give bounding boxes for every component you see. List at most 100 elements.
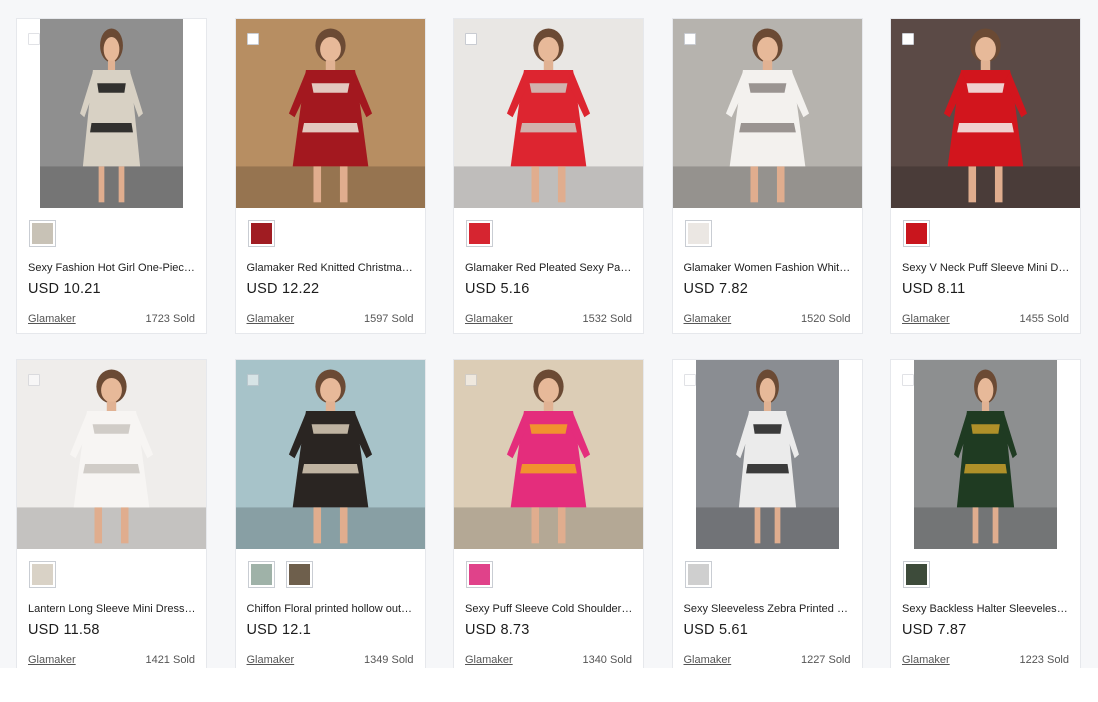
select-checkbox[interactable] [246,374,259,386]
sold-count: 1723 Sold [145,313,195,325]
product-image[interactable] [891,19,1080,208]
color-swatch[interactable] [684,220,712,247]
product-price: USD 11.58 [28,622,100,638]
product-photo [672,19,862,208]
product-image[interactable] [17,19,206,208]
swatch-color [32,564,53,585]
sold-count: 1227 Sold [800,654,851,666]
product-image[interactable] [235,360,425,549]
product-photo [454,360,643,549]
select-checkbox[interactable] [465,33,477,45]
product-price: USD 5.16 [465,281,530,297]
product-title[interactable]: Sexy Fashion Hot Girl One-Piece Long-Sle… [28,262,196,274]
model-figure [235,19,425,208]
color-swatches [684,220,712,247]
product-photo [235,360,425,549]
product-image[interactable] [673,360,862,549]
product-card[interactable]: Glamaker Women Fashion White Lantern Sle… [671,18,863,334]
swatch-color [469,564,490,585]
select-checkbox[interactable] [902,33,914,45]
select-checkbox[interactable] [683,374,696,386]
store-link[interactable]: Glamaker [465,313,513,325]
color-swatch[interactable] [247,220,275,247]
select-checkbox[interactable] [28,374,40,386]
product-card[interactable]: Lantern Long Sleeve Mini Dress with Ruff… [16,359,207,668]
model-figure [17,360,206,549]
product-grid: Sexy Fashion Hot Girl One-Piece Long-Sle… [16,18,1081,668]
color-swatch[interactable] [684,561,712,588]
store-link[interactable]: Glamaker [28,313,76,325]
model-figure [914,360,1057,549]
select-checkbox[interactable] [902,374,914,386]
product-title[interactable]: Sexy Puff Sleeve Cold Shoulder Printed M… [465,603,633,615]
color-swatches [247,220,275,247]
product-price: USD 7.82 [683,281,748,297]
product-price: USD 5.61 [683,622,748,638]
select-checkbox[interactable] [465,374,477,386]
product-grid-page: Sexy Fashion Hot Girl One-Piece Long-Sle… [0,0,1098,668]
product-photo [17,360,206,549]
product-title[interactable]: Sexy Backless Halter Sleeveless Split Ma… [902,603,1070,615]
store-link[interactable]: Glamaker [684,313,732,325]
product-card[interactable]: Glamaker Red Pleated Sexy Party Bodycon … [453,18,644,334]
color-swatch[interactable] [247,561,275,588]
color-swatches [684,561,712,588]
product-title[interactable]: Glamaker Red Knitted Christmas Sweater D… [247,262,415,274]
product-price: USD 12.1 [246,622,311,638]
color-swatch[interactable] [29,561,56,588]
product-title[interactable]: Sexy Sleeveless Zebra Printed Party Mini… [684,603,852,615]
product-card[interactable]: Glamaker Red Knitted Christmas Sweater D… [234,18,426,334]
store-link[interactable]: Glamaker [902,654,950,666]
product-price: USD 12.22 [246,281,320,297]
color-swatch[interactable] [285,561,313,588]
sold-count: 1532 Sold [582,313,632,325]
model-figure [454,19,643,208]
sold-count: 1520 Sold [800,313,851,325]
product-card[interactable]: Sexy Fashion Hot Girl One-Piece Long-Sle… [16,18,207,334]
color-swatches [466,561,493,588]
product-image[interactable] [235,19,425,208]
product-title[interactable]: Glamaker Red Pleated Sexy Party Bodycon … [465,262,633,274]
store-link[interactable]: Glamaker [465,654,513,666]
select-checkbox[interactable] [28,33,40,45]
product-photo [914,360,1057,549]
color-swatch[interactable] [903,561,930,588]
color-swatches [903,561,930,588]
store-link[interactable]: Glamaker [902,313,950,325]
product-image[interactable] [891,360,1080,549]
color-swatches [903,220,930,247]
product-image[interactable] [672,19,862,208]
store-link[interactable]: Glamaker [247,313,295,325]
select-checkbox[interactable] [246,33,259,45]
product-image[interactable] [17,360,206,549]
color-swatches [29,220,56,247]
store-link[interactable]: Glamaker [684,654,732,666]
swatch-color [250,223,272,244]
select-checkbox[interactable] [683,33,696,45]
store-link[interactable]: Glamaker [247,654,295,666]
color-swatches [247,561,313,588]
sold-count: 1455 Sold [1019,313,1069,325]
swatch-color [32,223,53,244]
store-link[interactable]: Glamaker [28,654,76,666]
color-swatch[interactable] [903,220,930,247]
product-card[interactable]: Sexy Backless Halter Sleeveless Split Ma… [890,359,1081,668]
product-card[interactable]: Chiffon Floral printed hollow out two pi… [234,359,426,668]
model-figure [454,360,643,549]
product-title[interactable]: Glamaker Women Fashion White Lantern Sle… [684,262,852,274]
product-photo [454,19,643,208]
product-photo [695,360,839,549]
color-swatch[interactable] [29,220,56,247]
color-swatch[interactable] [466,220,493,247]
product-image[interactable] [454,360,643,549]
product-card[interactable]: Sexy Sleeveless Zebra Printed Party Mini… [671,359,863,668]
product-image[interactable] [454,19,643,208]
product-title[interactable]: Lantern Long Sleeve Mini Dress with Ruff… [28,603,196,615]
product-card[interactable]: Sexy Puff Sleeve Cold Shoulder Printed M… [453,359,644,668]
product-card[interactable]: Sexy V Neck Puff Sleeve Mini Dress USD 8… [890,18,1081,334]
sold-count: 1597 Sold [363,313,414,325]
product-title[interactable]: Chiffon Floral printed hollow out two pi… [247,603,415,615]
product-title[interactable]: Sexy V Neck Puff Sleeve Mini Dress [902,262,1070,274]
sold-count: 1223 Sold [1019,654,1069,666]
color-swatch[interactable] [466,561,493,588]
